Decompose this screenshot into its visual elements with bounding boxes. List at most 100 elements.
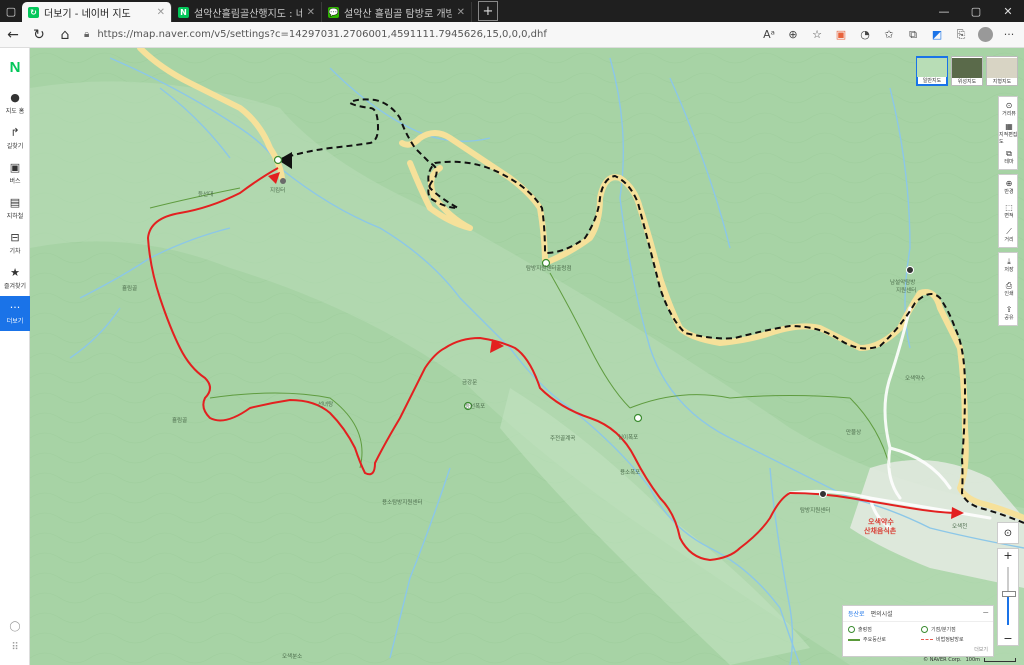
map-tool-label: 저장: [1004, 267, 1014, 273]
map-label[interactable]: 탐방지원센터: [800, 506, 830, 514]
new-tab-button[interactable]: +: [478, 1, 498, 21]
zoom-slider[interactable]: + −: [997, 548, 1019, 646]
map-tool-label: 테마: [1004, 159, 1014, 165]
favorites-icon[interactable]: ✩: [878, 24, 900, 46]
map-label[interactable]: 흘림골: [122, 284, 137, 292]
zoom-in-button[interactable]: +: [1003, 549, 1012, 562]
map-type-0[interactable]: 일반지도: [916, 56, 948, 86]
map-label[interactable]: 선녀탕: [318, 400, 333, 408]
current-location-button[interactable]: ⊙: [997, 522, 1019, 544]
sidebar-item-2[interactable]: ▣ 버스: [0, 156, 30, 191]
apps-grid-icon[interactable]: ⠿: [11, 642, 18, 653]
map-tool-group1-1[interactable]: ▦ 지적편집도: [999, 121, 1019, 145]
zoom-icon[interactable]: ⊕: [782, 24, 804, 46]
map-label[interactable]: 지킴터: [270, 186, 285, 194]
zoom-out-button[interactable]: −: [1003, 632, 1012, 645]
tab-1[interactable]: N 설악산흘림골산행지도 : 네이버 ✕: [172, 2, 322, 22]
extension-icon[interactable]: ▣: [830, 24, 852, 46]
tab-2[interactable]: 💬 설악산 흘림골 탐방로 개방 운영 ✕: [322, 2, 472, 22]
map-label[interactable]: 등선대: [198, 190, 213, 198]
maximize-icon[interactable]: ▢: [960, 0, 992, 22]
map-label[interactable]: 용소폭포: [620, 468, 640, 476]
profile-avatar[interactable]: [974, 24, 996, 46]
map-label[interactable]: 주전골계곡: [550, 434, 575, 442]
map-label[interactable]: 용소탐방지원센터: [382, 498, 422, 506]
collections-icon[interactable]: ⧉: [902, 24, 924, 46]
map-tool-group3-2[interactable]: ⇪ 공유: [999, 301, 1019, 325]
url-text: https://map.naver.com/v5/settings?c=1429…: [97, 29, 547, 40]
close-window-icon[interactable]: ✕: [992, 0, 1024, 22]
map-label[interactable]: 산채음식촌: [864, 526, 896, 536]
sidebar-item-icon: ⊟: [10, 231, 20, 244]
map-tool-icon: ▦: [1005, 121, 1013, 131]
read-aloud-icon[interactable]: Aᵃ: [758, 24, 780, 46]
sidebar-item-icon: ▤: [9, 196, 21, 209]
sidebar-item-1[interactable]: ↱ 길찾기: [0, 121, 30, 156]
extension2-icon[interactable]: ◔: [854, 24, 876, 46]
tab-bar: ▢ ↻ 더보기 - 네이버 지도 ✕ N 설악산흘림골산행지도 : 네이버 ✕ 💬 설악산 흘…: [0, 0, 1024, 22]
map-tool-group3-0[interactable]: ⤓ 저장: [999, 253, 1019, 277]
map-label[interactable]: 흘림골: [172, 416, 187, 424]
favorite-add-icon[interactable]: ☆: [806, 24, 828, 46]
legend-panel: 등산로 편의시설 − 출렁점 기점/분기점 주요등산로 비법정탐방로 더보기: [842, 605, 994, 657]
map-tool-icon: ⊙: [1005, 101, 1013, 110]
map-tool-group1-0[interactable]: ⊙ 거리뷰: [999, 97, 1019, 121]
legend-close-button[interactable]: −: [982, 608, 989, 617]
map-tool-group3-1[interactable]: ⎙ 인쇄: [999, 277, 1019, 301]
tab-close-icon[interactable]: ✕: [157, 7, 165, 18]
map-tool-group2-0[interactable]: ⊕ 반경: [999, 175, 1019, 199]
back-icon[interactable]: ←: [0, 23, 26, 47]
window-menu-icon[interactable]: ▢: [0, 0, 22, 22]
map-label[interactable]: 금강문: [462, 378, 477, 386]
map-tool-group1-2[interactable]: ⧉ 테마: [999, 145, 1019, 169]
tab-0[interactable]: ↻ 더보기 - 네이버 지도 ✕: [22, 2, 172, 22]
user-icon[interactable]: ◯: [9, 621, 20, 632]
sidebar-item-6[interactable]: ··· 더보기: [0, 296, 30, 331]
map-label[interactable]: 십이폭포: [618, 433, 638, 441]
map-label[interactable]: 지원센터: [896, 286, 916, 294]
legend-tab-facility[interactable]: 편의시설: [871, 609, 893, 618]
legend-item-2: 주요등산로: [848, 636, 915, 643]
map-label[interactable]: 등선폭포: [465, 402, 485, 410]
sidebar-item-4[interactable]: ⊟ 기차: [0, 226, 30, 261]
map-label[interactable]: 탐방지원센터출렁점: [526, 264, 572, 272]
map-type-1[interactable]: 위성지도: [951, 56, 983, 86]
scale-text: 100m: [965, 657, 980, 663]
url-field[interactable]: 🔒︎ https://map.naver.com/v5/settings?c=1…: [84, 26, 684, 44]
more-menu-icon[interactable]: ···: [998, 24, 1020, 46]
tab-close-icon[interactable]: ✕: [457, 7, 465, 18]
sidebar-item-icon: ↱: [10, 126, 20, 139]
legend-symbol: [848, 638, 860, 641]
sidebar-item-5[interactable]: ★ 즐겨찾기: [0, 261, 30, 296]
map-type-2[interactable]: 지형지도: [986, 56, 1018, 86]
map-canvas[interactable]: 지킴터 등선대 흘림골 탐방지원센터출렁점 금강문 등선폭포 흘림골 선녀탕 주전골계곡 용소폭포…: [30, 48, 1024, 665]
map-tool-group2-2[interactable]: ⟋ 거리: [999, 223, 1019, 247]
sidebar-item-label: 즐겨찾기: [3, 283, 27, 290]
map-tool-group2-1[interactable]: ⬚ 면적: [999, 199, 1019, 223]
sidebar-item-3[interactable]: ▤ 지하철: [0, 191, 30, 226]
map-label[interactable]: 오색분소: [282, 652, 302, 660]
zoom-handle[interactable]: [1002, 591, 1016, 598]
share-icon[interactable]: ⎘: [950, 24, 972, 46]
map-type-switcher: 일반지도 위성지도 지형지도: [916, 56, 1018, 86]
map-tools-group-3: ⤓ 저장 ⎙ 인쇄 ⇪ 공유: [998, 252, 1018, 326]
map-label[interactable]: 오색약수: [905, 374, 925, 382]
map-tool-icon: ⊕: [1005, 179, 1013, 188]
map-label[interactable]: 남설악탐방: [890, 278, 915, 286]
sidebar-menu: ● 지도 홈 ↱ 길찾기 ▣ 버스 ▤ 지하철 ⊟ 기차 ★ 즐겨찾기 ··· 더보기: [0, 86, 30, 331]
naver-logo[interactable]: N: [0, 48, 30, 86]
legend-tab-trail[interactable]: 등산로: [848, 609, 865, 618]
reload-icon[interactable]: ↻: [26, 23, 52, 47]
extension3-icon[interactable]: ◩: [926, 24, 948, 46]
address-bar: ← ↻ ⌂ 🔒︎ https://map.naver.com/v5/settin…: [0, 22, 1024, 48]
map-label[interactable]: 오색천: [952, 522, 967, 530]
tab-close-icon[interactable]: ✕: [307, 7, 315, 18]
tab-favicon-icon: N: [178, 6, 189, 18]
sidebar-bottom: ◯ ⠿: [0, 621, 30, 653]
legend-more-link[interactable]: 더보기: [974, 646, 988, 653]
home-icon[interactable]: ⌂: [52, 23, 78, 47]
minimize-icon[interactable]: —: [928, 0, 960, 22]
scale-line: [984, 658, 1016, 662]
sidebar-item-0[interactable]: ● 지도 홈: [0, 86, 30, 121]
map-label[interactable]: 만물상: [846, 428, 861, 436]
